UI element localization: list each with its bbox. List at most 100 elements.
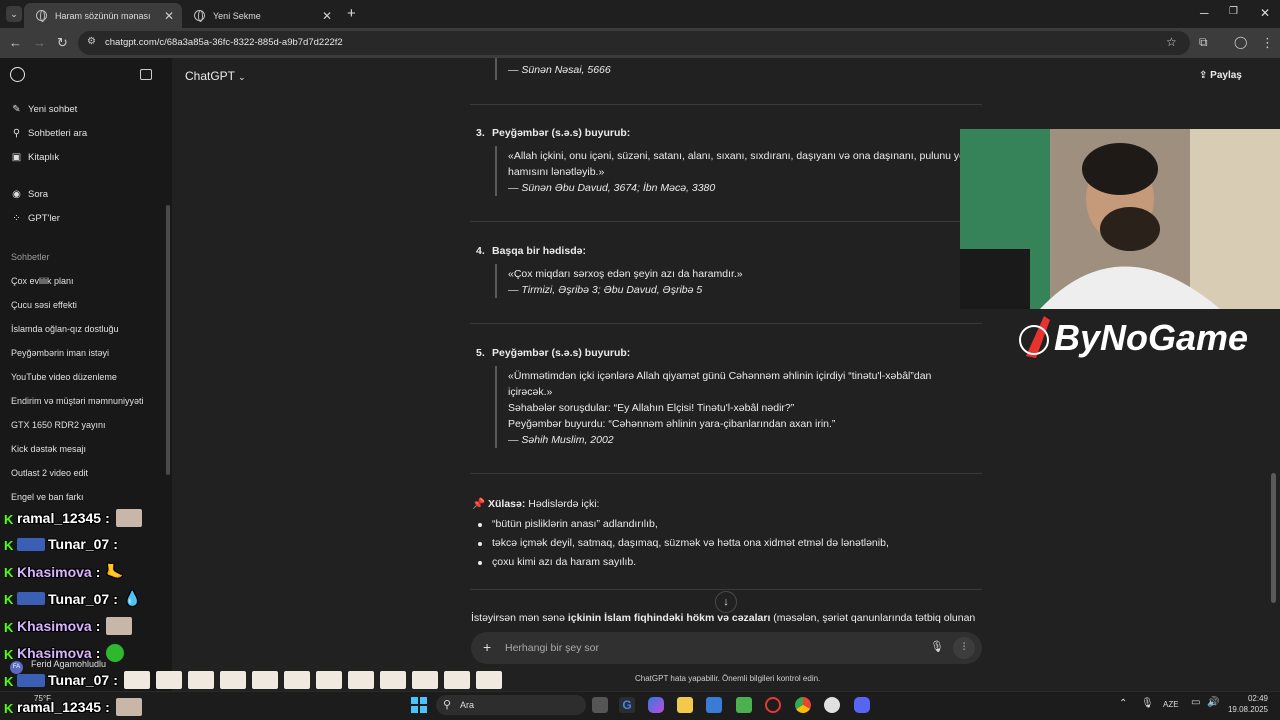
plus-icon[interactable]: + [483, 639, 491, 655]
hadith-line: «Çox miqdarı sərxoş edən şeyin azı da ha… [508, 268, 743, 280]
chat-item[interactable]: GTX 1650 RDR2 yayını [11, 420, 106, 430]
search-icon: ⚲ [443, 699, 452, 711]
minecraft-icon[interactable] [736, 697, 752, 713]
hadith-line: Peyğəmbər buyurdu: “Cəhənnəm əhlinin yar… [508, 418, 836, 430]
chat-item[interactable]: Outlast 2 video edit [11, 468, 88, 478]
menu-icon[interactable]: ⋮ [1261, 35, 1274, 51]
stream-chat-line: K ramal_12345: [4, 698, 142, 716]
chat-item[interactable]: Endirim və müştəri məmnuniyyəti [11, 396, 144, 406]
sora-button[interactable]: ◉ Sora [11, 189, 48, 200]
sidebar-scrollbar[interactable] [166, 205, 170, 475]
microphone-tray-icon[interactable]: 🎙 [1141, 698, 1154, 709]
taskbar-search[interactable]: ⚲ Ara [436, 695, 586, 715]
chats-section-title: Sohbetler [11, 252, 50, 262]
gpts-button[interactable]: ⁘ GPT'ler [11, 213, 60, 224]
library-button[interactable]: ▣ Kitaplık [11, 152, 59, 163]
globe-icon [194, 10, 205, 22]
volume-icon[interactable]: 🔊 [1207, 697, 1219, 708]
file-explorer-icon[interactable] [677, 697, 693, 713]
task-view-icon[interactable] [592, 697, 608, 713]
chat-item[interactable]: Peyğəmbərin iman istəyi [11, 348, 109, 358]
hadith-line: içirəcək.» [508, 386, 553, 398]
extensions-icon[interactable]: ⧉ [1199, 35, 1208, 50]
close-window-button[interactable]: ✕ [1260, 6, 1270, 20]
windows-start-icon[interactable] [411, 697, 427, 713]
globe-icon [36, 10, 47, 22]
sora-icon: ◉ [12, 189, 21, 200]
section-divider [470, 323, 982, 324]
tray-overflow-icon[interactable]: ⌃ [1119, 698, 1127, 709]
kick-badge-icon: K [4, 511, 14, 527]
prompt-input[interactable] [505, 639, 905, 657]
chatgpt-app-icon[interactable] [824, 697, 840, 713]
toggle-sidebar-icon[interactable] [140, 69, 152, 80]
prompt-composer[interactable]: + 🎙 ⫶ [471, 632, 982, 664]
site-info-icon[interactable]: ⚙ [87, 36, 96, 47]
stream-chat-line: K Khasimova: 🦶 [4, 563, 124, 580]
chat-item[interactable]: Çox evlilik planı [11, 276, 74, 286]
language-indicator[interactable]: AZE [1163, 700, 1179, 709]
minimize-button[interactable]: ─ [1200, 6, 1209, 20]
chat-item[interactable]: YouTube video düzenleme [11, 372, 117, 382]
new-chat-button[interactable]: ✎ Yeni sohbet [11, 104, 77, 115]
stream-chat-line: K Tunar_07: [4, 536, 118, 553]
brand-name: ByNoGame [1054, 317, 1248, 358]
bullet-dot [478, 542, 482, 546]
emote-image: 💧 [123, 590, 142, 606]
hadith-source: — Tirmizi, Əşribə 3; Əbu Davud, Əşribə 5 [508, 284, 703, 296]
back-icon[interactable]: ← [9, 35, 22, 50]
emote-image [123, 671, 150, 689]
chrome-icon[interactable] [795, 697, 811, 713]
openai-logo-icon[interactable] [10, 67, 25, 82]
emote-image [347, 671, 374, 689]
copilot-icon[interactable] [648, 697, 664, 713]
bookmark-star-icon[interactable]: ☆ [1166, 35, 1177, 49]
search-chats-button[interactable]: ⚲ Sohbetleri ara [11, 128, 87, 139]
edit-icon: ✎ [12, 104, 21, 115]
network-icon[interactable]: ▭ [1191, 697, 1200, 708]
brand-logo: ByNoGame [1019, 316, 1248, 358]
clock-date[interactable]: 19.08.2025 [1222, 705, 1268, 714]
windows-taskbar [0, 691, 1280, 720]
sub-badge-icon [17, 592, 45, 605]
chat-item[interactable]: Kick dəstək mesajı [11, 444, 86, 454]
reload-icon[interactable]: ↻ [57, 35, 68, 51]
new-tab-button[interactable]: + [347, 5, 356, 22]
item-heading: Peyğəmbər (s.ə.s) buyurub: [492, 127, 631, 139]
close-icon[interactable]: ✕ [164, 9, 174, 23]
voice-mode-icon[interactable]: ⫶ [953, 637, 975, 659]
microphone-icon[interactable]: 🎙 [930, 640, 944, 653]
profile-icon[interactable]: ◯ [1234, 35, 1247, 49]
close-icon[interactable]: ✕ [322, 9, 332, 23]
item-number: 3. [476, 127, 485, 139]
forward-icon[interactable]: → [33, 35, 46, 50]
emote-image [106, 644, 125, 662]
opera-icon[interactable] [765, 697, 781, 713]
emote-image [251, 671, 278, 689]
chat-item[interactable]: İslamda oğlan-qız dostluğu [11, 324, 119, 334]
tab-list-button[interactable]: ⌄ [6, 6, 22, 22]
hadith-line: Səhabələr soruşdular: “Ey Allahın Elçisi… [508, 402, 795, 414]
store-icon[interactable] [706, 697, 722, 713]
clock-time[interactable]: 02:49 [1222, 694, 1268, 703]
item-heading: Başqa bir hədisdə: [492, 245, 586, 257]
section-divider [470, 104, 982, 105]
google-icon[interactable]: G [619, 697, 635, 713]
sub-badge-icon [17, 537, 45, 551]
chat-item[interactable]: Engel ve ban farkı [11, 492, 84, 502]
item-number: 4. [476, 245, 485, 257]
quote-bar [495, 58, 497, 80]
emote-image [283, 671, 310, 689]
tab-haram[interactable]: Haram sözünün mənası ✕ [24, 3, 182, 28]
main-scrollbar[interactable] [1271, 473, 1276, 603]
bullet-dot [478, 561, 482, 565]
url-bar[interactable]: ⚙ chatgpt.com/c/68a3a85a-36fc-8322-885d-… [78, 31, 1190, 55]
restore-button[interactable]: ❐ [1229, 6, 1238, 17]
discord-icon[interactable] [854, 697, 870, 713]
summary-bullet: çoxu kimi azı da haram sayılıb. [492, 556, 637, 568]
scroll-down-button[interactable]: ↓ [715, 591, 737, 613]
tab-new[interactable]: Yeni Sekme ✕ [182, 3, 340, 28]
emote-image [443, 671, 470, 689]
stream-chat-line: K Tunar_07: [4, 671, 502, 689]
chat-item[interactable]: Çucu səsi effekti [11, 300, 77, 310]
